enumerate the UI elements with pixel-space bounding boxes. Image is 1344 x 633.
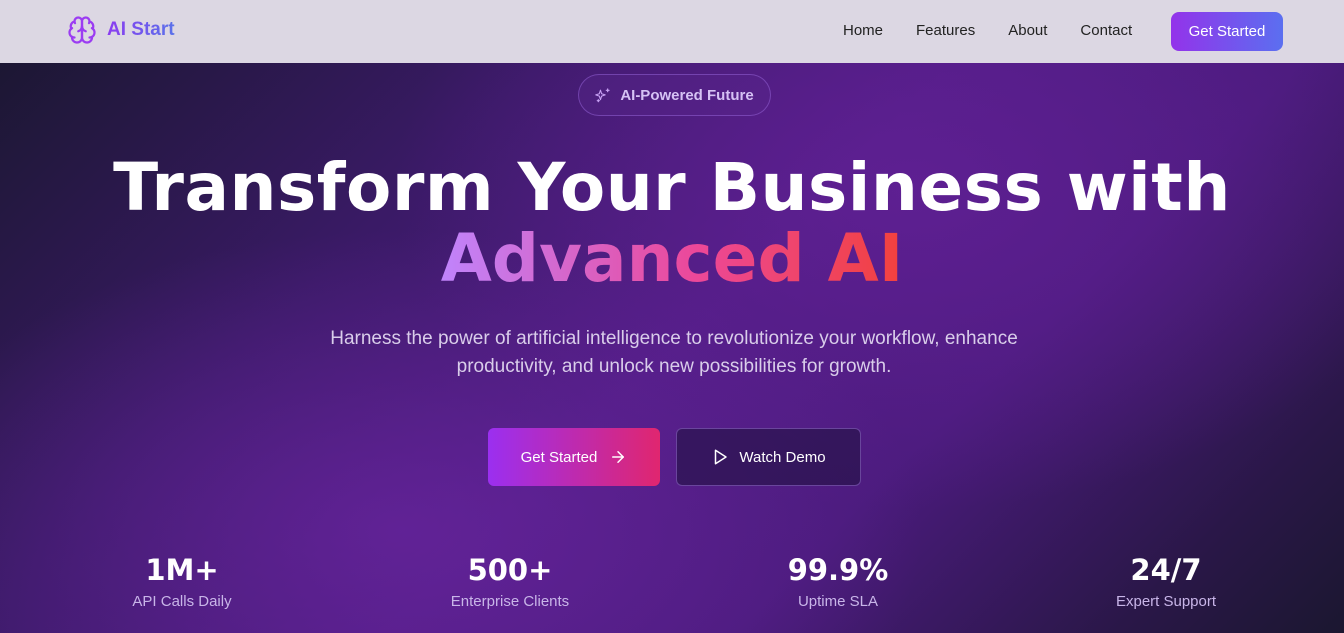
get-started-button[interactable]: Get Started <box>488 428 660 486</box>
brand-logo[interactable]: AI Start <box>67 15 175 45</box>
brand-name: AI Start <box>107 19 175 40</box>
nav-links: Home Features About Contact <box>843 22 1132 39</box>
watch-demo-label: Watch Demo <box>739 448 826 466</box>
stat-uptime: 99.9% Uptime SLA <box>718 553 958 612</box>
play-icon <box>715 449 728 465</box>
nav-link-about[interactable]: About <box>1008 22 1047 39</box>
stat-value: 99.9% <box>787 553 889 587</box>
arrow-right-icon <box>612 451 625 463</box>
stat-label: Expert Support <box>1115 593 1217 610</box>
stat-label: Enterprise Clients <box>450 593 570 610</box>
nav-link-home[interactable]: Home <box>843 22 883 39</box>
hero-badge: AI-Powered Future <box>578 74 771 116</box>
hero-subtitle: Harness the power of artificial intellig… <box>330 328 1018 377</box>
stat-support: 24/7 Expert Support <box>1046 553 1286 612</box>
nav-link-features[interactable]: Features <box>916 22 975 39</box>
headline-line-1: Transform Your Business with <box>113 149 1231 226</box>
hero-headline: Transform Your Business with Advanced AI <box>0 146 1344 292</box>
sparkles-icon <box>595 88 610 103</box>
stat-value: 500+ <box>467 553 553 587</box>
watch-demo-button[interactable]: Watch Demo <box>676 428 861 486</box>
stat-label: API Calls Daily <box>132 593 232 610</box>
stat-value: 24/7 <box>1130 553 1202 587</box>
get-started-label: Get Started <box>520 448 598 466</box>
badge-label: AI-Powered Future <box>620 86 754 104</box>
nav-get-started-button[interactable]: Get Started <box>1171 12 1283 51</box>
stat-label: Uptime SLA <box>797 593 879 610</box>
stat-api-calls: 1M+ API Calls Daily <box>62 553 302 612</box>
nav-link-contact[interactable]: Contact <box>1080 22 1132 39</box>
headline-accent: Advanced AI <box>440 220 904 297</box>
stat-value: 1M+ <box>145 553 219 587</box>
stat-enterprise-clients: 500+ Enterprise Clients <box>390 553 630 612</box>
brain-icon <box>68 16 96 44</box>
navbar: AI Start Home Features About Contact Get… <box>0 0 1344 63</box>
